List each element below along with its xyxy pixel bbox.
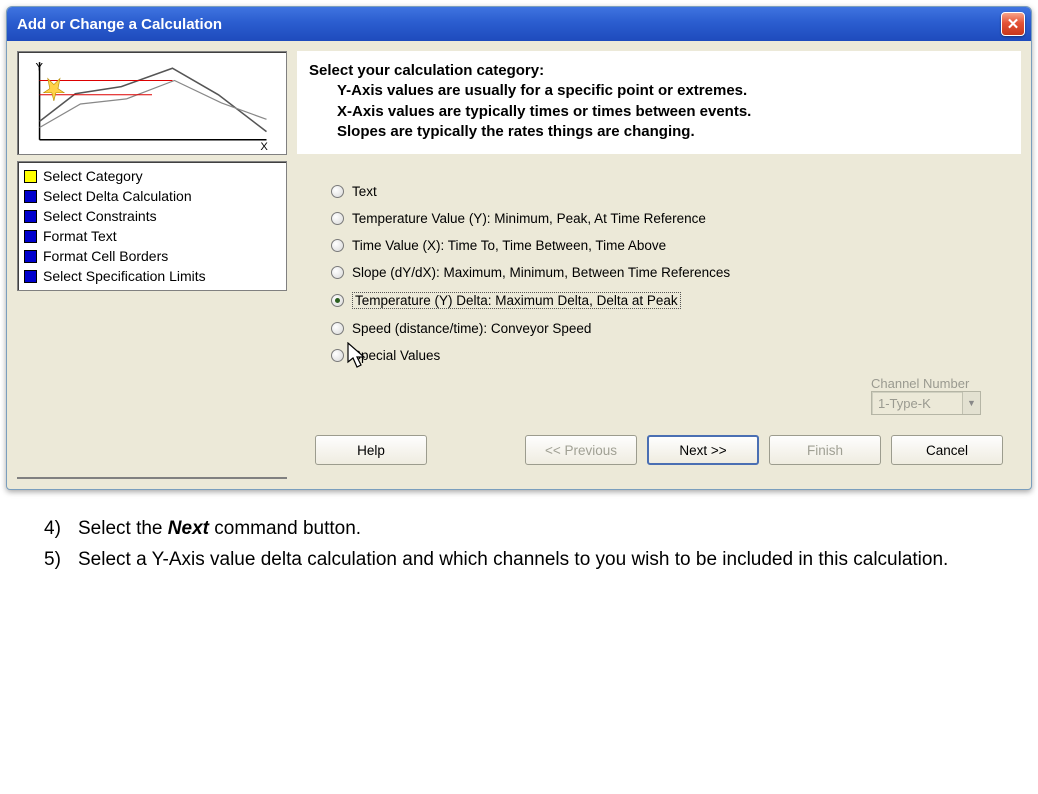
previous-button: << Previous [525,435,637,465]
step-list: Select Category Select Delta Calculation… [17,161,287,291]
step-item[interactable]: Select Specification Limits [24,266,280,286]
empty-panel [17,477,287,479]
radio-icon [331,294,344,307]
radio-label: Special Values [352,348,440,363]
step-marker-icon [24,230,37,243]
step-item[interactable]: Format Text [24,226,280,246]
header-title: Select your calculation category: [309,61,1009,81]
cancel-button[interactable]: Cancel [891,435,1003,465]
graph-svg: Y X [26,58,278,150]
step-label: Select Category [43,168,143,184]
channel-label: Channel Number [871,376,981,391]
radio-label: Speed (distance/time): Conveyor Speed [352,321,591,336]
radio-label: Text [352,184,377,199]
radio-special-values[interactable]: Special Values [331,348,1001,363]
step-label: Select Constraints [43,208,157,224]
header-line: Y-Axis values are usually for a specific… [309,81,1009,101]
step-item[interactable]: Select Delta Calculation [24,186,280,206]
graph-preview: Y X [17,51,287,155]
step-marker-icon [24,210,37,223]
instructions: Select the Next command button. Select a… [0,496,1038,597]
svg-text:X: X [260,141,268,150]
close-icon: ✕ [1007,15,1020,33]
radio-label: Slope (dY/dX): Maximum, Minimum, Between… [352,265,730,280]
radio-icon [331,266,344,279]
right-column: Select your calculation category: Y-Axis… [297,51,1021,479]
radio-temperature-value[interactable]: Temperature Value (Y): Minimum, Peak, At… [331,211,1001,226]
step-item[interactable]: Format Cell Borders [24,246,280,266]
wizard-dialog: Add or Change a Calculation ✕ Y X [6,6,1032,490]
step-label: Format Text [43,228,117,244]
chevron-down-icon: ▼ [962,392,980,414]
radio-label: Time Value (X): Time To, Time Between, T… [352,238,666,253]
radio-speed[interactable]: Speed (distance/time): Conveyor Speed [331,321,1001,336]
window-title: Add or Change a Calculation [17,16,222,33]
radio-time-value[interactable]: Time Value (X): Time To, Time Between, T… [331,238,1001,253]
step-label: Select Delta Calculation [43,188,192,204]
step-item[interactable]: Select Category [24,166,280,186]
instruction-item: Select a Y-Axis value delta calculation … [70,547,998,574]
dialog-body: Y X Select Category Select Delta Calcula… [7,41,1031,489]
step-item[interactable]: Select Constraints [24,206,280,226]
header-line: X-Axis values are typically times or tim… [309,102,1009,122]
titlebar: Add or Change a Calculation ✕ [7,7,1031,41]
header-line: Slopes are typically the rates things ar… [309,122,1009,142]
step-marker-icon [24,170,37,183]
step-label: Format Cell Borders [43,248,168,264]
left-column: Y X Select Category Select Delta Calcula… [17,51,287,479]
step-marker-icon [24,250,37,263]
channel-value: 1-Type-K [878,396,931,411]
channel-number-group: Channel Number 1-Type-K ▼ [871,376,981,415]
finish-button: Finish [769,435,881,465]
radio-icon [331,185,344,198]
next-button[interactable]: Next >> [647,435,759,465]
button-row: Help << Previous Next >> Finish Cancel [297,425,1021,479]
radio-area: Text Temperature Value (Y): Minimum, Pea… [297,154,1021,425]
radio-label: Temperature (Y) Delta: Maximum Delta, De… [352,292,681,309]
step-label: Select Specification Limits [43,268,206,284]
radio-slope[interactable]: Slope (dY/dX): Maximum, Minimum, Between… [331,265,1001,280]
radio-icon [331,239,344,252]
channel-select: 1-Type-K ▼ [871,391,981,415]
radio-icon [331,349,344,362]
radio-icon [331,212,344,225]
step-marker-icon [24,270,37,283]
radio-icon [331,322,344,335]
header-panel: Select your calculation category: Y-Axis… [297,51,1021,154]
radio-text[interactable]: Text [331,184,1001,199]
step-marker-icon [24,190,37,203]
instruction-item: Select the Next command button. [70,516,998,543]
help-button[interactable]: Help [315,435,427,465]
close-button[interactable]: ✕ [1001,12,1025,36]
radio-temperature-delta[interactable]: Temperature (Y) Delta: Maximum Delta, De… [331,292,1001,309]
radio-label: Temperature Value (Y): Minimum, Peak, At… [352,211,706,226]
